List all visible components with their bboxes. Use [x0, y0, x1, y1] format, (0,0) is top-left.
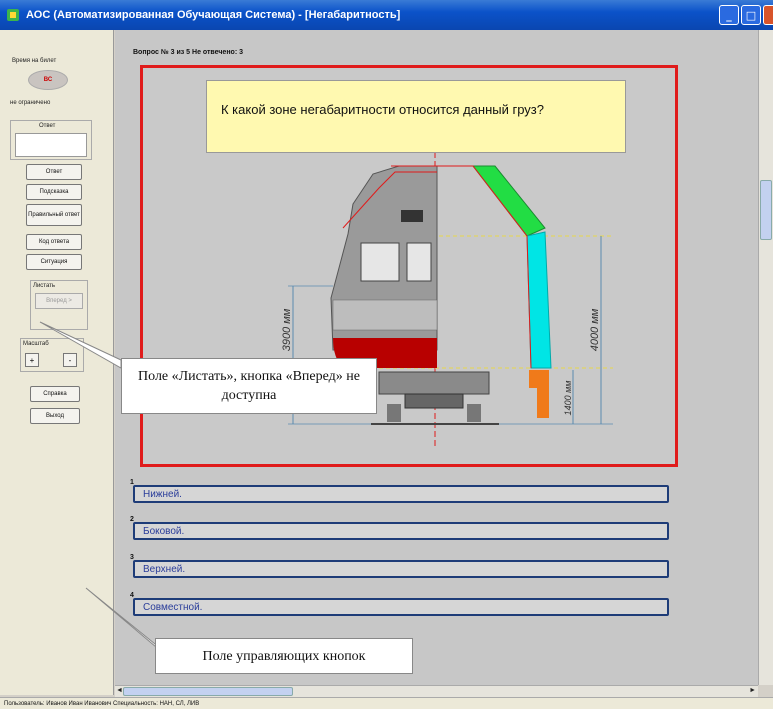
body-lower-panel — [332, 299, 438, 331]
app-icon — [6, 8, 20, 22]
time-limit-text: не ограничено — [10, 100, 51, 106]
bogie-frame — [378, 371, 490, 395]
scroll-left-arrow-icon[interactable]: ◄ — [116, 687, 123, 694]
window-title: АОС (Автоматизированная Обучающая Систем… — [26, 9, 401, 21]
cab-window-left — [360, 242, 400, 282]
dimension-label-right: 4000 мм — [589, 308, 601, 351]
scale-group: Масштаб + - — [20, 338, 84, 372]
vertical-scroll-thumb[interactable] — [760, 180, 772, 240]
question-text: К какой зоне негабаритности относится да… — [206, 80, 626, 153]
roof-equipment — [401, 210, 423, 222]
correct-answer-button[interactable]: Правильный ответ — [26, 204, 82, 226]
question-counter: Вопрос № 3 из 5 Не отвечено: 3 — [133, 49, 243, 56]
answer-group-label: Ответ — [39, 123, 56, 129]
dimension-label-left: 3900 мм — [281, 308, 293, 351]
close-button[interactable] — [763, 5, 773, 25]
zoom-out-button[interactable]: - — [63, 353, 77, 367]
dimension-label-base: 1400 мм — [563, 381, 573, 416]
minimize-button[interactable]: _ — [719, 5, 739, 25]
annotation-scroll-field: Поле «Листать», кнопка «Вперед» не досту… — [121, 358, 377, 414]
answer-field[interactable] — [15, 133, 87, 157]
answer-option-3[interactable]: Верхней. — [133, 560, 669, 578]
horizontal-scrollbar[interactable]: ◄ ► — [115, 685, 758, 697]
zoom-in-button[interactable]: + — [25, 353, 39, 367]
time-label: Время на билет — [12, 58, 57, 64]
wheel-left — [387, 404, 401, 422]
answer-option-4[interactable]: Совместной. — [133, 598, 669, 616]
answer-button[interactable]: Ответ — [26, 164, 82, 180]
status-bar: Пользователь: Иванов Иван Иванович Специ… — [0, 697, 773, 709]
control-panel: Время на билет ВС не ограничено Ответ От… — [0, 30, 114, 695]
horizontal-scroll-thumb[interactable] — [123, 687, 293, 696]
exit-button[interactable]: Выход — [30, 408, 80, 424]
roof-overhang — [471, 165, 546, 237]
hint-button[interactable]: Подсказка — [26, 184, 82, 200]
scroll-group-label: Листать — [33, 283, 56, 289]
lower-overhang — [529, 370, 549, 418]
answer-option-1[interactable]: Нижней. — [133, 485, 669, 503]
scroll-group: Листать Вперед > — [30, 280, 88, 330]
maximize-button[interactable]: □ — [741, 5, 761, 25]
help-button[interactable]: Справка — [30, 386, 80, 402]
scale-group-label: Масштаб — [23, 341, 49, 347]
title-bar[interactable]: АОС (Автоматизированная Обучающая Систем… — [0, 0, 773, 30]
cab-window-right — [406, 242, 432, 282]
answer-code-button[interactable]: Код ответа — [26, 234, 82, 250]
scroll-right-arrow-icon[interactable]: ► — [749, 687, 756, 694]
answer-option-2[interactable]: Боковой. — [133, 522, 669, 540]
forward-button[interactable]: Вперед > — [35, 293, 83, 309]
annotation-control-field: Поле управляющих кнопок — [155, 638, 413, 674]
timer-indicator: ВС — [28, 70, 68, 90]
vertical-scrollbar[interactable] — [758, 30, 773, 685]
situation-button[interactable]: Ситуация — [26, 254, 82, 270]
wheel-right — [467, 404, 481, 422]
answer-group: Ответ — [10, 120, 92, 160]
timer-value: ВС — [43, 77, 53, 83]
bogie-axle-box — [404, 393, 464, 409]
app-window: АОС (Автоматизированная Обучающая Систем… — [0, 0, 773, 709]
